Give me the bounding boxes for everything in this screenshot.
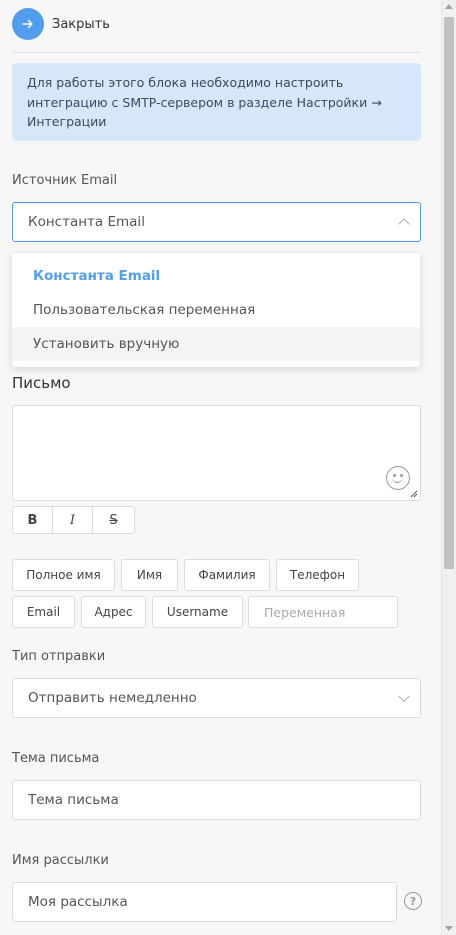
variable-full-name-button[interactable]: Полное имя — [12, 559, 115, 591]
email-source-dropdown: Константа Email Пользовательская перемен… — [12, 253, 420, 367]
resize-grip-icon[interactable] — [410, 490, 418, 498]
smtp-info-box: Для работы этого блока необходимо настро… — [12, 63, 421, 141]
arrow-right-icon — [12, 8, 44, 40]
mailing-name-value: Моя рассылка — [28, 894, 128, 910]
send-type-value: Отправить немедленно — [28, 690, 197, 706]
variable-first-name-button[interactable]: Имя — [121, 559, 178, 591]
settings-panel: Закрыть Для работы этого блока необходим… — [0, 0, 441, 935]
email-source-value: Константа Email — [28, 214, 145, 230]
strikethrough-button[interactable]: S — [93, 507, 134, 533]
scroll-thumb[interactable] — [444, 17, 454, 569]
dropdown-option-user-variable[interactable]: Пользовательская переменная — [12, 293, 420, 327]
emoji-icon[interactable] — [386, 466, 410, 490]
email-source-label: Источник Email — [12, 173, 118, 188]
close-button[interactable]: Закрыть — [12, 8, 110, 40]
variable-address-button[interactable]: Адрес — [81, 596, 146, 628]
message-textarea[interactable] — [12, 405, 421, 501]
dropdown-option-set-manually[interactable]: Установить вручную — [12, 327, 420, 361]
scroll-up-icon[interactable] — [445, 4, 453, 9]
message-heading: Письмо — [12, 374, 71, 392]
mailing-name-input[interactable]: Моя рассылка — [12, 882, 397, 922]
custom-variable-input[interactable]: Переменная — [248, 596, 398, 628]
scroll-down-icon[interactable] — [445, 926, 453, 931]
mailing-name-label: Имя рассылки — [12, 853, 109, 868]
variable-email-button[interactable]: Email — [12, 596, 75, 628]
variable-phone-button[interactable]: Телефон — [276, 559, 359, 591]
scrollbar[interactable] — [441, 0, 456, 935]
divider — [12, 52, 421, 53]
close-label: Закрыть — [52, 16, 110, 32]
email-source-select[interactable]: Константа Email — [12, 202, 421, 242]
subject-placeholder: Тема письма — [28, 792, 119, 808]
italic-button[interactable]: I — [53, 507, 93, 533]
send-type-label: Тип отправки — [12, 649, 106, 664]
variable-last-name-button[interactable]: Фамилия — [184, 559, 270, 591]
chevron-up-icon — [398, 218, 410, 230]
variable-username-button[interactable]: Username — [152, 596, 243, 628]
help-icon[interactable]: ? — [404, 892, 422, 910]
bold-button[interactable]: B — [13, 507, 53, 533]
subject-input[interactable]: Тема письма — [12, 780, 421, 820]
chevron-down-icon — [398, 690, 410, 703]
send-type-select[interactable]: Отправить немедленно — [12, 678, 421, 718]
subject-label: Тема письма — [12, 751, 100, 766]
format-toolbar: B I S — [12, 506, 135, 534]
dropdown-option-constant-email[interactable]: Константа Email — [12, 259, 420, 293]
